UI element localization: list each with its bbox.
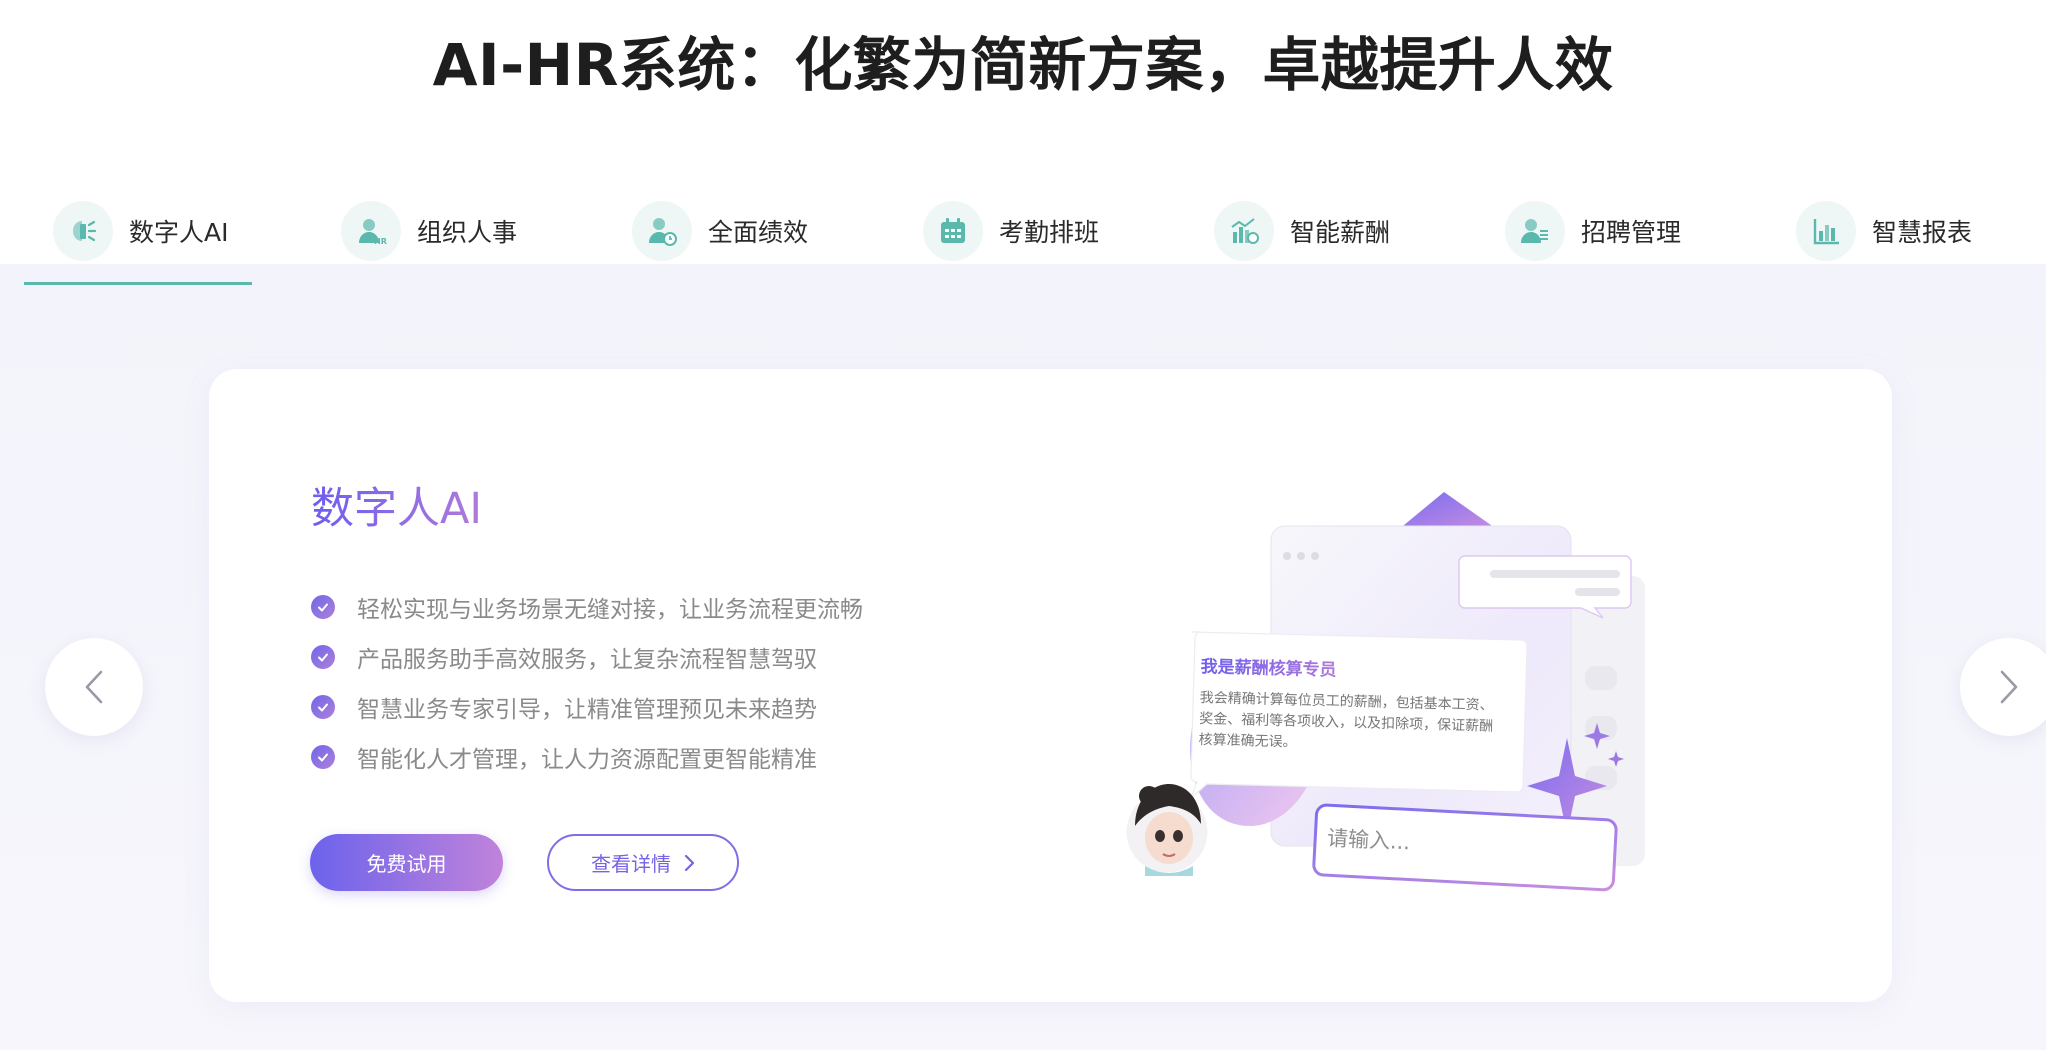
- tab-smart-salary[interactable]: 智能薪酬: [1214, 198, 1390, 264]
- feature-text: 轻松实现与业务场景无缝对接，让业务流程更流畅: [357, 597, 863, 623]
- digital-human-icon: [53, 201, 113, 261]
- check-icon: [311, 645, 335, 669]
- chevron-left-icon: [85, 670, 103, 704]
- tab-label: 智慧报表: [1872, 218, 1973, 247]
- page-headline: AI-HR系统：化繁为简新方案，卓越提升人效: [432, 31, 1614, 99]
- view-details-label: 查看详情: [591, 852, 671, 876]
- feature-text: 产品服务助手高效服务，让复杂流程智慧驾驭: [357, 647, 817, 673]
- digital-human-illustration: [1123, 492, 1645, 892]
- recruitment-icon: [1505, 201, 1565, 261]
- card-title: 数字人AI: [311, 474, 482, 536]
- page: AI-HR系统：化繁为简新方案，卓越提升人效 数字人AI HR 组织人事 全面绩…: [0, 0, 2046, 1050]
- svg-text:HR: HR: [374, 237, 387, 246]
- free-trial-button[interactable]: 免费试用: [310, 834, 503, 891]
- feature-list: 轻松实现与业务场景无缝对接，让业务流程更流畅 产品服务助手高效服务，让复杂流程智…: [311, 582, 863, 782]
- chevron-right-icon: [2000, 670, 2018, 704]
- tab-label: 智能薪酬: [1290, 218, 1391, 247]
- tab-label: 组织人事: [417, 218, 518, 247]
- feature-item: 产品服务助手高效服务，让复杂流程智慧驾驭: [311, 632, 863, 682]
- feature-text: 智能化人才管理，让人力资源配置更智能精准: [357, 747, 817, 773]
- chevron-right-icon: [683, 853, 695, 873]
- tab-smart-report[interactable]: 智慧报表: [1796, 198, 1972, 264]
- view-details-button[interactable]: 查看详情: [547, 834, 739, 891]
- feature-item: 智能化人才管理，让人力资源配置更智能精准: [311, 732, 863, 782]
- active-tab-indicator: [24, 282, 252, 285]
- calendar-icon: [923, 201, 983, 261]
- performance-icon: [632, 201, 692, 261]
- report-chart-icon: [1796, 201, 1856, 261]
- feature-text: 智慧业务专家引导，让精准管理预见未来趋势: [357, 697, 817, 723]
- feature-item: 智慧业务专家引导，让精准管理预见未来趋势: [311, 682, 863, 732]
- chat-body: 我会精确计算每位员工的薪酬，包括基本工资、奖金、福利等各项收入，以及扣除项，保证…: [1198, 689, 1494, 751]
- check-icon: [311, 595, 335, 619]
- tab-org-personnel[interactable]: HR 组织人事: [341, 198, 517, 264]
- tab-label: 考勤排班: [999, 218, 1100, 247]
- chat-title: 我是薪酬核算专员: [1200, 652, 1337, 681]
- check-icon: [311, 695, 335, 719]
- check-icon: [311, 745, 335, 769]
- tab-label: 招聘管理: [1581, 218, 1682, 247]
- tab-recruitment[interactable]: 招聘管理: [1505, 198, 1681, 264]
- feature-tabs: 数字人AI HR 组织人事 全面绩效 考勤排班 智能薪酬 招聘管理 智慧报表: [0, 198, 2046, 264]
- salary-chart-icon: [1214, 201, 1274, 261]
- org-personnel-icon: HR: [341, 201, 401, 261]
- tab-label: 全面绩效: [708, 218, 809, 247]
- carousel-prev-button[interactable]: [45, 638, 143, 736]
- chat-input-placeholder: 请输入...: [1326, 825, 1411, 855]
- feature-item: 轻松实现与业务场景无缝对接，让业务流程更流畅: [311, 582, 863, 632]
- tab-attendance[interactable]: 考勤排班: [923, 198, 1099, 264]
- tab-performance[interactable]: 全面绩效: [632, 198, 808, 264]
- tab-label: 数字人AI: [129, 218, 229, 247]
- tab-digital-human[interactable]: 数字人AI: [53, 198, 228, 264]
